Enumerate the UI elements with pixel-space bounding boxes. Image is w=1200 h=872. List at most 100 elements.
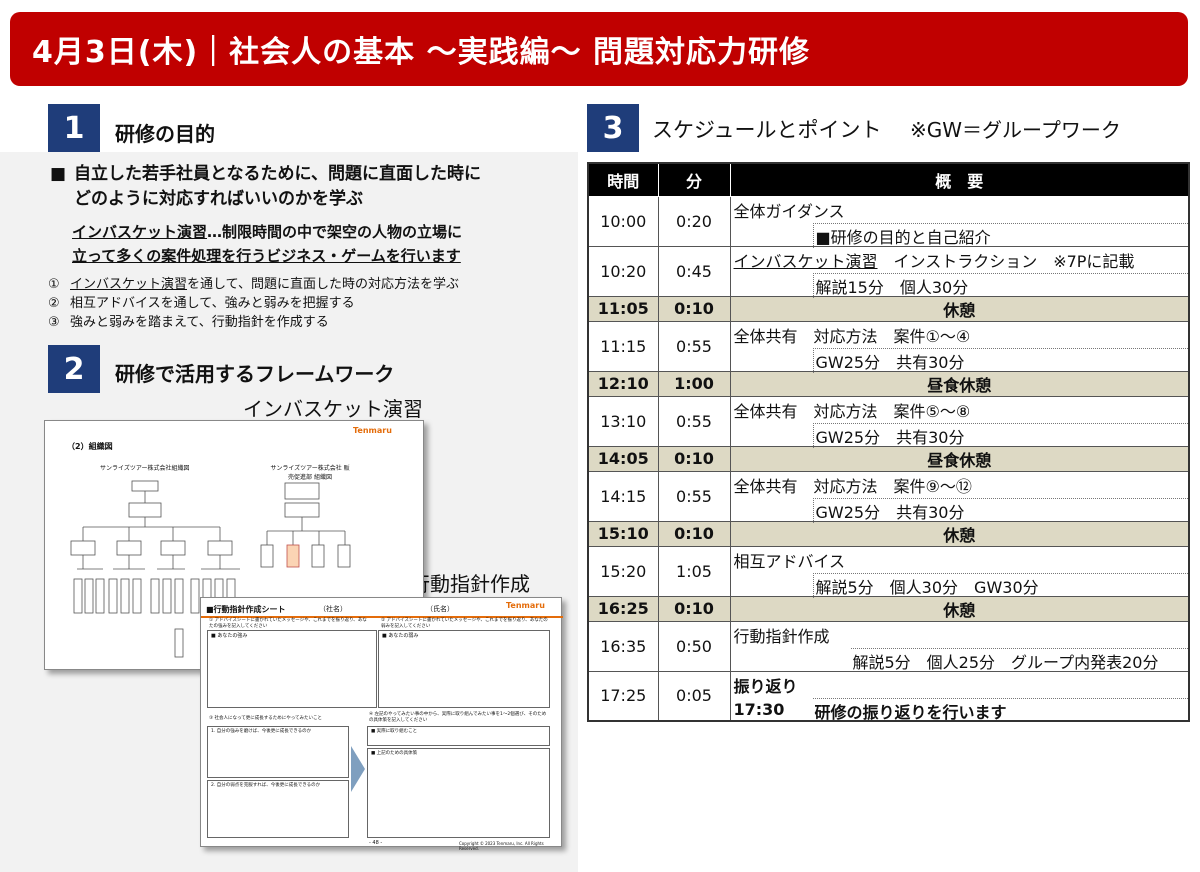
row-time: 14:15	[587, 470, 659, 522]
sheet-question-2: ② アドバイスシートに書かれていたメッセージや、これまでを振り返り、あなたの弱み…	[381, 618, 548, 629]
table-row-break: 14:05 0:10 昼食休憩	[587, 445, 1190, 472]
strength-growth-box: 1. 自分の強みを磨けば、今後更に成長できるのか	[207, 726, 349, 778]
overview-line-1: 全体共有 対応方法 案件⑨～⑫	[733, 476, 972, 496]
table-row: 10:00 0:20 全体ガイダンス ■研修の目的と自己紹介	[587, 195, 1190, 248]
table-row: 10:20 0:45 インバスケット演習 インストラクション ※7Pに記載 解説1…	[587, 245, 1190, 298]
thumbnail-title: ■行動指針作成シート	[206, 605, 286, 614]
end-time: 17:30	[733, 699, 785, 719]
row-minutes: 0:10	[657, 295, 731, 322]
row-time: 14:05	[587, 445, 659, 472]
weaknesses-label: ■ あなたの弱み	[382, 633, 419, 639]
row-minutes: 0:45	[657, 245, 731, 297]
goal-term: インバスケット演習	[70, 277, 188, 292]
table-header-row: 時間 分 概 要	[587, 162, 1190, 197]
overview-line-2: GW25分 共有30分	[812, 347, 1188, 373]
table-row: 16:35 0:50 行動指針作成 解説5分 個人25分 グループ内発表20分	[587, 620, 1190, 673]
overview-line-1: 全体共有 対応方法 案件⑤～⑧	[733, 401, 971, 421]
weakness-growth-box: 2. 自分の弱点を克服すれば、今後更に成長できるのか	[207, 780, 349, 838]
row-minutes: 1:00	[657, 370, 731, 397]
gw-note: ※GW＝グループワーク	[910, 118, 1121, 142]
sheet-question-4: ④ 左記のやってみたい事の中から、実際に取り組んでみたい事を1～2個選び、そのた…	[369, 712, 547, 723]
action-plan-sheet-thumbnail: ■行動指針作成シート （社名） （氏名） Tenmaru ① アドバイスシートに…	[200, 597, 563, 851]
framework-caption-action: 行動指針作成	[410, 572, 530, 596]
overview-line-1: インバスケット演習 インストラクション ※7Pに記載	[734, 248, 1135, 272]
row-time: 16:25	[587, 595, 659, 622]
overview-line-1: 振り返り	[733, 676, 798, 696]
row-overview: 全体共有 対応方法 案件①～④ GW25分 共有30分	[729, 320, 1190, 373]
inbasket-line-1: …制限時間の中で架空の人物の立場に	[207, 223, 463, 241]
row-break-label: 昼食休憩	[729, 370, 1190, 397]
row-time: 15:10	[587, 520, 659, 547]
table-row: 15:20 1:05 相互アドバイス 解説5分 個人30分 GW30分	[587, 545, 1190, 598]
row-minutes: 0:55	[657, 320, 731, 372]
row-time: 10:00	[587, 195, 659, 247]
arrow-right-icon	[351, 746, 365, 792]
overview-line-1-rest: インストラクション ※7Pに記載	[877, 251, 1135, 271]
row-minutes: 0:10	[657, 520, 731, 547]
row-break-label: 昼食休憩	[729, 445, 1190, 472]
row-break-label: 休憩	[729, 595, 1190, 622]
section-number-3: 3	[587, 104, 639, 152]
goals-list: ① インバスケット演習を通して、問題に直面した時の対応方法を学ぶ ② 相互アドバイス…	[48, 275, 459, 332]
row-break-label: 休憩	[729, 520, 1190, 547]
inbasket-line-2: 立って多くの案件処理を行うビジネス・ゲームを行います	[72, 247, 461, 265]
table-row-break: 16:25 0:10 休憩	[587, 595, 1190, 622]
framework-caption-inbasket: インバスケット演習	[243, 397, 423, 421]
table-row: 13:10 0:55 全体共有 対応方法 案件⑤～⑧ GW25分 共有30分	[587, 395, 1190, 448]
page-title: 4月3日(木)｜社会人の基本 ～実践編～ 問題対応力研修	[10, 12, 1188, 86]
company-field-label: （社名）	[319, 605, 347, 613]
row-minutes: 1:05	[657, 545, 731, 597]
overview-line-2: 解説5分 個人25分 グループ内発表20分	[850, 647, 1188, 673]
inbasket-term: インバスケット演習	[72, 223, 208, 241]
overview-line-2: GW25分 共有30分	[812, 422, 1188, 448]
inbasket-description: インバスケット演習…制限時間の中で架空の人物の立場に 立って多くの案件処理を行う…	[72, 220, 462, 268]
row-minutes: 0:55	[657, 470, 731, 522]
goal-text: 相互アドバイスを通して、強みと弱みを把握する	[70, 296, 355, 311]
table-row: 17:25 0:05 振り返り 17:30 研修の振り返りを行います	[587, 670, 1190, 722]
row-break-label: 休憩	[729, 295, 1190, 322]
weaknesses-box: ■ あなたの弱み	[378, 630, 550, 708]
square-bullet-icon: ■	[50, 164, 67, 184]
row-overview: 行動指針作成 解説5分 個人25分 グループ内発表20分	[729, 620, 1190, 673]
plan-box: ■ 上記のための具体策	[367, 748, 550, 838]
list-number: ①	[48, 277, 60, 292]
overview-line-2: ■研修の目的と自己紹介	[812, 222, 1188, 248]
action-label: ■ 実際に取り組むこと	[371, 729, 418, 734]
row-time: 16:35	[587, 620, 659, 672]
row-time: 12:10	[587, 370, 659, 397]
section-title-1: 研修の目的	[115, 122, 215, 146]
row-overview: 相互アドバイス 解説5分 個人30分 GW30分	[729, 545, 1190, 598]
row-minutes: 0:55	[657, 395, 731, 447]
goal-line-2: どのように対応すればいいのかを学ぶ	[74, 189, 363, 209]
overview-line-1: 全体共有 対応方法 案件①～④	[733, 326, 971, 346]
section-number-2: 2	[48, 345, 100, 393]
goal-text: 強みと弱みを踏まえて、行動指針を作成する	[70, 315, 329, 330]
row-time: 10:20	[587, 245, 659, 297]
row-time: 11:05	[587, 295, 659, 322]
header-overview: 概 要	[729, 162, 1190, 197]
goal-line-1: 自立した若手社員となるために、問題に直面した時に	[74, 164, 481, 184]
row-overview: インバスケット演習 インストラクション ※7Pに記載 解説15分 個人30分	[729, 245, 1190, 298]
header-minutes: 分	[657, 162, 731, 197]
table-row-break: 11:05 0:10 休憩	[587, 295, 1190, 322]
list-item: ③ 強みと弱みを踏まえて、行動指針を作成する	[48, 313, 459, 332]
section-number-1: 1	[48, 104, 100, 152]
row-overview: 全体共有 対応方法 案件⑨～⑫ GW25分 共有30分	[729, 470, 1190, 523]
row-minutes: 0:20	[657, 195, 731, 247]
goal-text: を通して、問題に直面した時の対応方法を学ぶ	[187, 277, 459, 292]
table-row: 14:15 0:55 全体共有 対応方法 案件⑨～⑫ GW25分 共有30分	[587, 470, 1190, 523]
overview-line-1: 相互アドバイス	[733, 551, 846, 571]
overview-line-2: 解説5分 個人30分 GW30分	[812, 572, 1188, 598]
sheet-question-1: ① アドバイスシートに書かれていたメッセージや、これまでを振り返り、あなたの強み…	[209, 618, 367, 629]
list-item: ① インバスケット演習を通して、問題に直面した時の対応方法を学ぶ	[48, 275, 459, 294]
overview-line-2: GW25分 共有30分	[812, 497, 1188, 523]
strengths-label: ■ あなたの強み	[211, 633, 248, 639]
row-time: 11:15	[587, 320, 659, 372]
table-row-break: 12:10 1:00 昼食休憩	[587, 370, 1190, 397]
page-number: - 48 -	[369, 840, 383, 846]
row-overview: 振り返り 17:30 研修の振り返りを行います	[729, 670, 1190, 722]
copyright-text: Copyright © 2023 Tenmaru, Inc. All Right…	[459, 841, 544, 851]
action-box: ■ 実際に取り組むこと	[367, 726, 550, 746]
sheet-question-3: ③ 社会人になって更に成長するためにやってみたいこと	[209, 716, 323, 721]
overview-line-1: 行動指針作成	[733, 626, 830, 646]
